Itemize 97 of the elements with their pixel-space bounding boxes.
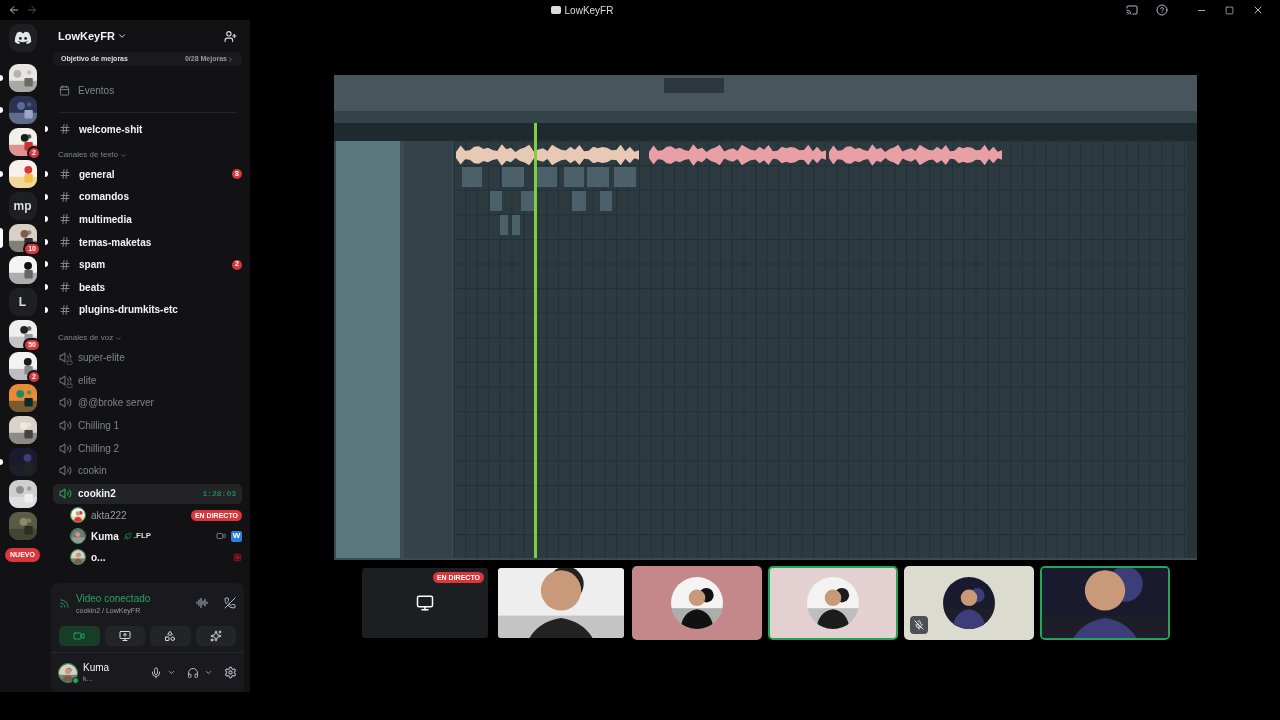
- home-button[interactable]: [8, 24, 37, 52]
- channel-item[interactable]: general: [53, 164, 121, 185]
- speaker-icon: [59, 464, 72, 478]
- server-icon[interactable]: [8, 224, 37, 252]
- server-icon[interactable]: [8, 128, 37, 156]
- hash-icon: [59, 281, 71, 294]
- channel-item[interactable]: plugins-drumkits-etc: [53, 299, 184, 320]
- window-title: LowKeyFR: [564, 3, 614, 18]
- chevron-icon[interactable]: [167, 668, 176, 677]
- server-icon[interactable]: [8, 416, 37, 444]
- server-icon[interactable]: [8, 256, 37, 284]
- server-name[interactable]: LowKeyFR: [58, 27, 127, 45]
- locked-speaker-icon: [59, 373, 72, 387]
- settings-icon[interactable]: [224, 666, 237, 679]
- chevron-icon: [116, 31, 127, 41]
- server-icon[interactable]: mp: [8, 192, 37, 220]
- category-header[interactable]: Canales de texto: [45, 147, 141, 163]
- video-tile[interactable]: [768, 566, 898, 640]
- calendar-icon: [59, 84, 70, 96]
- events-item[interactable]: Eventos: [45, 80, 250, 100]
- user-name[interactable]: Kuma: [83, 661, 145, 673]
- speaker-icon: [59, 441, 72, 455]
- speaker-icon: [59, 396, 72, 410]
- screen-icon: [118, 630, 131, 642]
- voice-channel[interactable]: Chilling 1: [53, 415, 242, 436]
- hash-icon: [59, 168, 71, 181]
- channel-item[interactable]: welcome-shit: [53, 119, 149, 139]
- voice-channel[interactable]: Chilling 2: [53, 438, 242, 459]
- hash-icon: [59, 258, 71, 271]
- unread-indicator: [0, 107, 3, 113]
- server-icon[interactable]: L: [8, 288, 37, 316]
- member-tag: .FLP: [123, 530, 152, 543]
- unread-indicator: [0, 459, 3, 465]
- speaker-icon: [59, 487, 72, 501]
- chevron-icon[interactable]: [204, 668, 213, 677]
- soundboard-button[interactable]: [195, 626, 236, 646]
- leaf-icon: [123, 532, 132, 541]
- app-icon: [550, 6, 561, 14]
- voice-channel[interactable]: @@broke server: [53, 392, 242, 413]
- hash-icon: [59, 190, 71, 203]
- member-name[interactable]: o...: [91, 549, 106, 565]
- video-tile[interactable]: [904, 566, 1034, 640]
- hash-icon: [59, 123, 71, 135]
- selected-indicator: [0, 228, 3, 248]
- connection-icon: [59, 597, 70, 609]
- server-icon[interactable]: [8, 160, 37, 188]
- online-status-icon: [72, 676, 79, 684]
- member-name[interactable]: Kuma: [91, 528, 119, 544]
- channel-item[interactable]: beats: [53, 277, 112, 298]
- disconnect-icon[interactable]: [224, 597, 236, 610]
- app-icon: W: [231, 530, 242, 542]
- soundboard-icon: [209, 630, 222, 642]
- server-icon[interactable]: [8, 352, 37, 380]
- invite-icon[interactable]: [224, 29, 237, 43]
- channel-item[interactable]: spam: [53, 254, 112, 275]
- chevron-icon: [227, 55, 234, 63]
- maximize-icon[interactable]: [1225, 5, 1234, 15]
- activities-button[interactable]: [150, 626, 191, 646]
- server-icon[interactable]: [8, 384, 37, 412]
- video-tile[interactable]: [632, 566, 762, 640]
- member-name[interactable]: akta222: [91, 507, 127, 523]
- unread-indicator: [0, 171, 3, 177]
- voice-channel[interactable]: elite: [53, 370, 242, 391]
- locked-speaker-icon: [59, 351, 72, 364]
- monitor-icon: [416, 594, 434, 612]
- speaker-icon: [59, 419, 72, 433]
- category-header[interactable]: Canales de voz: [45, 330, 136, 347]
- help-icon[interactable]: [1156, 4, 1168, 16]
- connection-status: Video conectado: [76, 591, 152, 606]
- server-icon[interactable]: [8, 480, 37, 508]
- channel-item[interactable]: temas-maketas: [53, 232, 158, 253]
- unread-indicator: [0, 75, 3, 81]
- voice-channel[interactable]: super-elite: [53, 347, 242, 368]
- muted-icon: [910, 616, 928, 634]
- server-icon[interactable]: [8, 96, 37, 124]
- hash-icon: [59, 303, 71, 316]
- rose-icon: [233, 552, 242, 562]
- camera-icon: [216, 531, 226, 542]
- chevron-icon: [120, 151, 128, 159]
- camera-icon: [73, 630, 86, 642]
- activities-icon: [164, 630, 177, 642]
- microphone-icon[interactable]: [150, 666, 162, 679]
- discord-logo-icon: [13, 31, 32, 45]
- noise-suppression-icon[interactable]: [196, 597, 208, 610]
- screen-share-button[interactable]: [104, 626, 145, 646]
- server-icon[interactable]: [8, 64, 37, 92]
- voice-channel[interactable]: cookin2 1:28:03: [53, 483, 242, 504]
- hash-icon: [59, 236, 71, 249]
- channel-item[interactable]: multimedia: [53, 209, 138, 230]
- close-icon[interactable]: [1252, 4, 1264, 16]
- channel-item[interactable]: comandos: [53, 186, 135, 207]
- voice-channel[interactable]: cookin: [53, 460, 242, 481]
- headphones-icon[interactable]: [187, 666, 199, 679]
- back-icon[interactable]: [8, 4, 20, 16]
- hash-icon: [59, 213, 71, 226]
- chevron-icon: [115, 334, 123, 342]
- server-icon[interactable]: [8, 320, 37, 348]
